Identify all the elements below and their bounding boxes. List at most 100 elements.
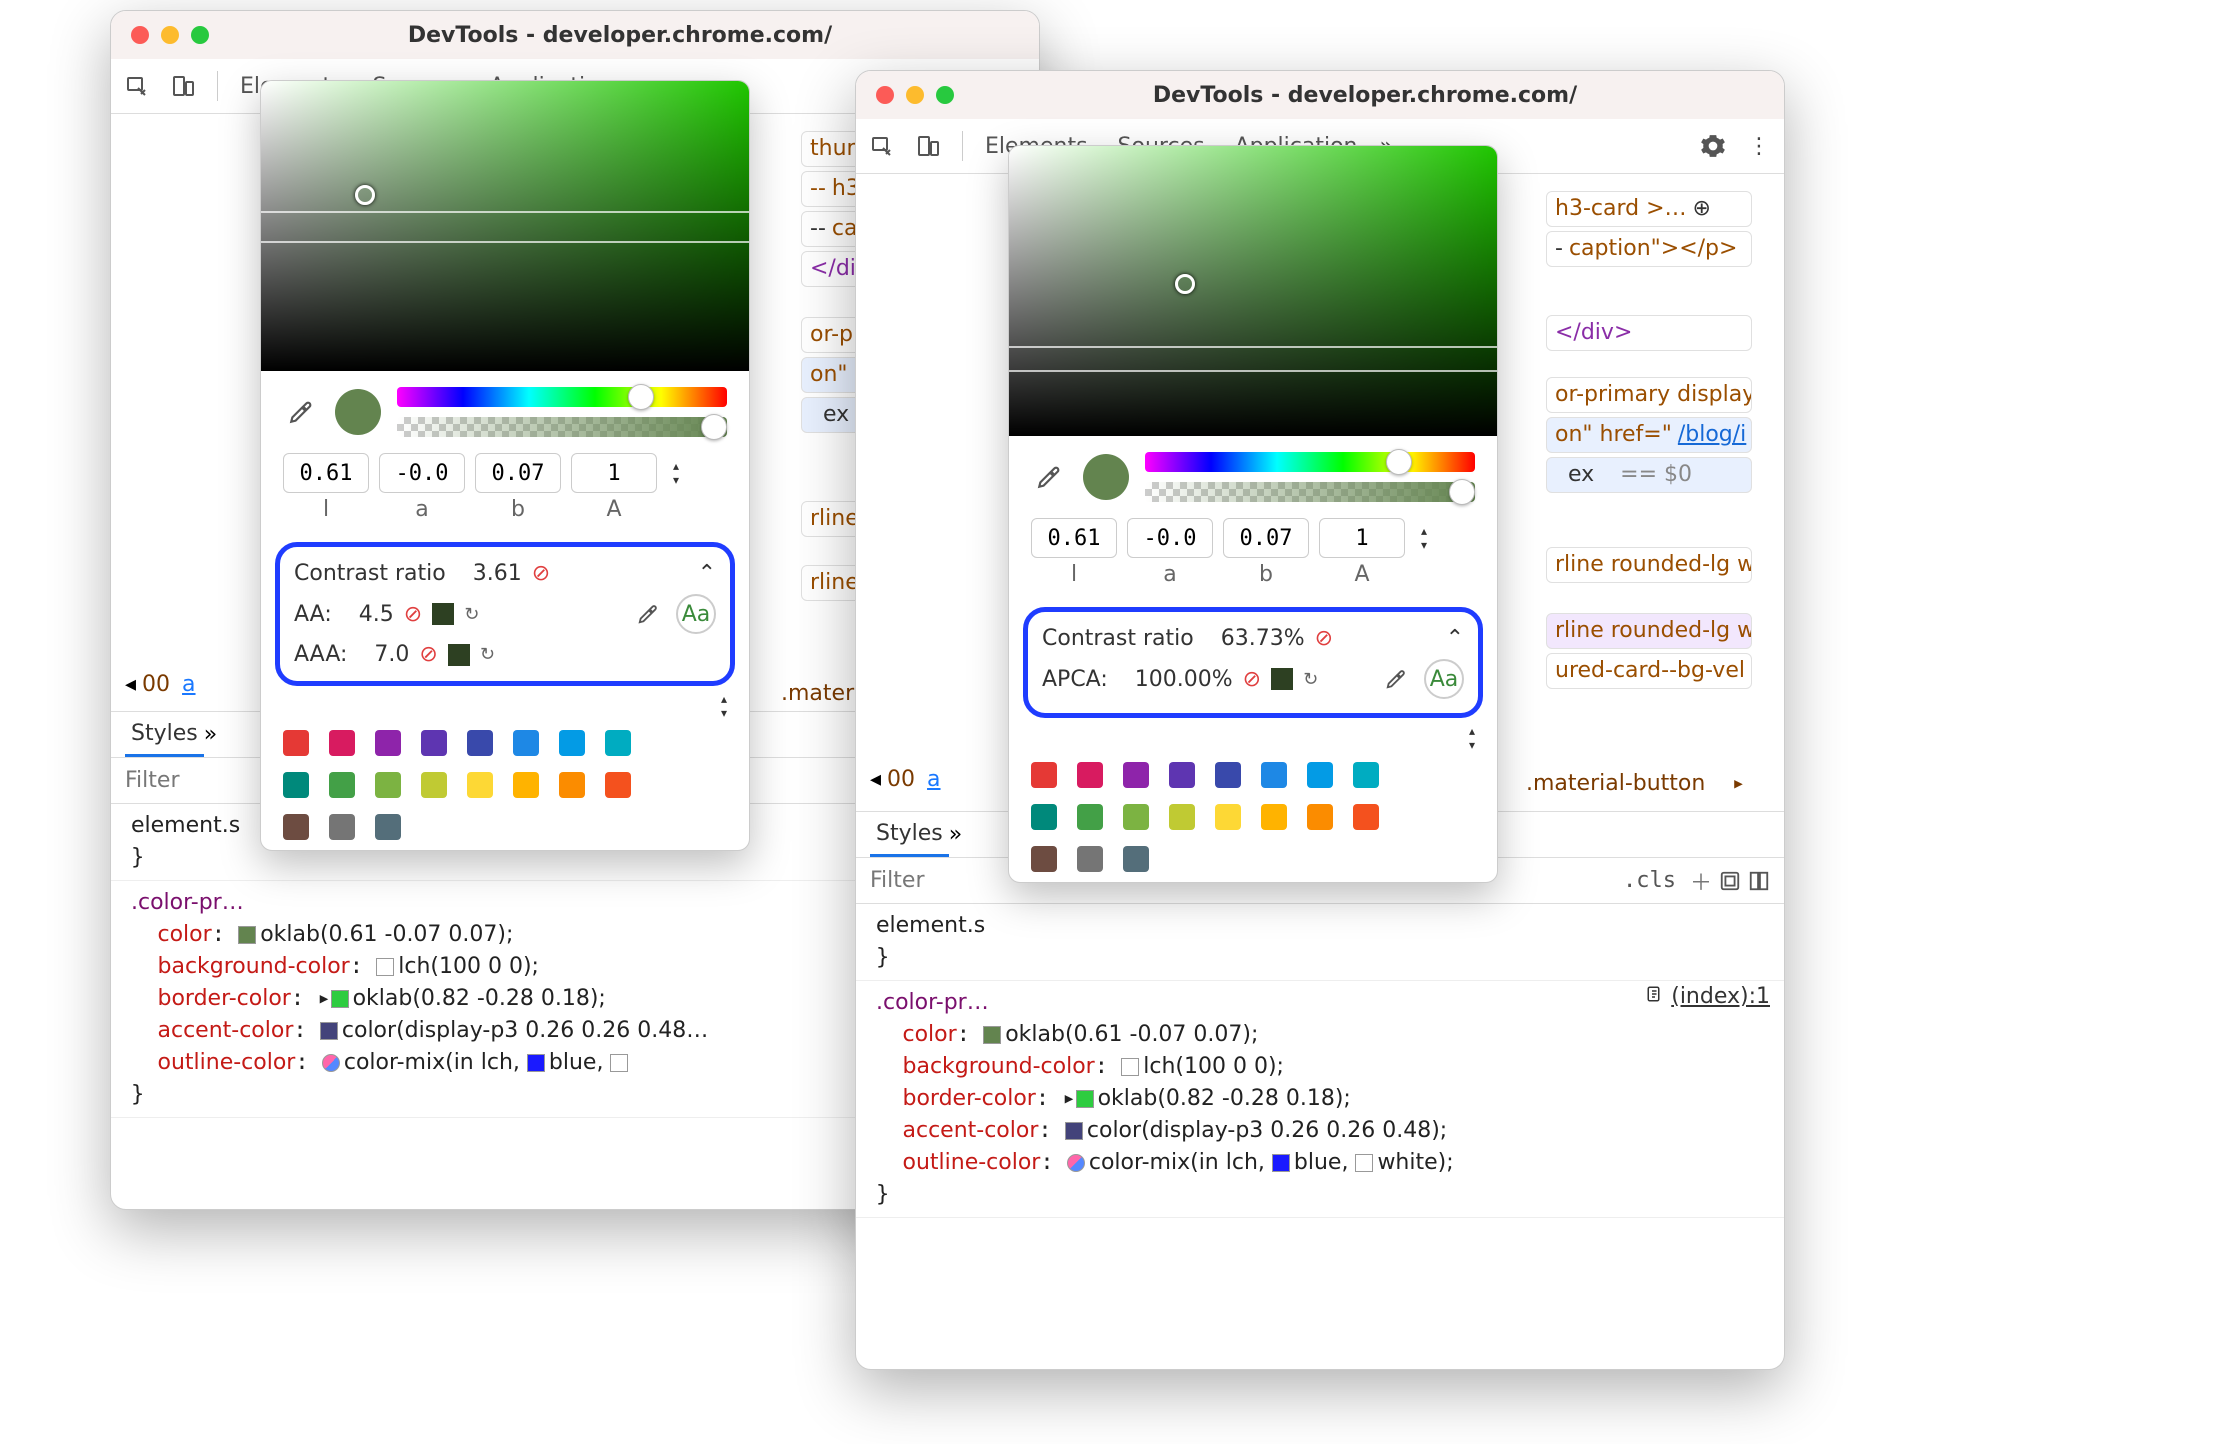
ellipsis-icon[interactable]: ⊕: [1693, 194, 1711, 224]
palette-swatch[interactable]: [283, 772, 309, 798]
css-rule[interactable]: element.s}: [856, 904, 1784, 981]
bg-eyedropper-icon[interactable]: [630, 596, 666, 632]
palette-swatch[interactable]: [1307, 762, 1333, 788]
palette-swatch[interactable]: [513, 730, 539, 756]
sample-text-icon[interactable]: Aa: [676, 594, 716, 634]
palette-swatch[interactable]: [1169, 804, 1195, 830]
sv-cursor[interactable]: [355, 185, 375, 205]
palette-swatch[interactable]: [1169, 762, 1195, 788]
palette-swatch[interactable]: [329, 772, 355, 798]
collapse-icon[interactable]: ⌃: [1446, 626, 1464, 651]
device-icon[interactable]: [916, 134, 940, 158]
hue-slider[interactable]: [1145, 452, 1475, 472]
palette-swatch[interactable]: [1353, 762, 1379, 788]
palette-swatch[interactable]: [283, 814, 309, 840]
inspect-icon[interactable]: [870, 134, 894, 158]
cls-toggle[interactable]: .cls: [1623, 868, 1676, 893]
palette-swatch[interactable]: [1031, 846, 1057, 872]
replace-icon[interactable]: ↻: [464, 604, 479, 625]
b-input[interactable]: [475, 453, 561, 493]
palette-swatch[interactable]: [1031, 762, 1057, 788]
more-tabs-icon[interactable]: »: [204, 722, 217, 747]
close-traffic-light[interactable]: [876, 86, 894, 104]
sample-text-icon[interactable]: Aa: [1424, 659, 1464, 699]
a-input[interactable]: [379, 453, 465, 493]
palette-swatch[interactable]: [1123, 804, 1149, 830]
alpha-slider[interactable]: [397, 417, 727, 437]
palette-swatch[interactable]: [1123, 762, 1149, 788]
sv-cursor[interactable]: [1175, 274, 1195, 294]
inspect-icon[interactable]: [125, 74, 149, 98]
device-icon[interactable]: [171, 74, 195, 98]
suggested-swatch[interactable]: [432, 603, 454, 625]
alpha-input[interactable]: [571, 453, 657, 493]
palette-swatch[interactable]: [1077, 762, 1103, 788]
palette-swatch[interactable]: [1215, 762, 1241, 788]
palette-swatch[interactable]: [421, 772, 447, 798]
format-stepper[interactable]: ▴▾: [673, 459, 679, 487]
a-input[interactable]: [1127, 518, 1213, 558]
palette-swatch[interactable]: [1031, 804, 1057, 830]
palette-swatch[interactable]: [375, 772, 401, 798]
bg-eyedropper-icon[interactable]: [1378, 661, 1414, 697]
palette-swatch[interactable]: [605, 772, 631, 798]
palette-swatch[interactable]: [1307, 804, 1333, 830]
palette-swatch[interactable]: [559, 772, 585, 798]
l-input[interactable]: [1031, 518, 1117, 558]
palette-swatch[interactable]: [375, 730, 401, 756]
l-input[interactable]: [283, 453, 369, 493]
saturation-value-area[interactable]: [1009, 146, 1497, 436]
filter-input[interactable]: Filter: [125, 768, 179, 793]
chevron-left-icon[interactable]: ◂: [125, 672, 136, 697]
tab-styles[interactable]: Styles: [125, 713, 204, 757]
settings-icon[interactable]: [1700, 133, 1726, 159]
palette-swatch[interactable]: [1123, 846, 1149, 872]
tab-styles[interactable]: Styles: [870, 813, 949, 857]
alpha-slider[interactable]: [1145, 482, 1475, 502]
breadcrumb-right[interactable]: .material-button ▸: [1526, 771, 1745, 796]
breadcrumb[interactable]: ◂ 00 a: [111, 666, 271, 703]
collapse-icon[interactable]: ⌃: [698, 561, 716, 586]
saturation-value-area[interactable]: [261, 81, 749, 371]
close-traffic-light[interactable]: [131, 26, 149, 44]
hue-slider[interactable]: [397, 387, 727, 407]
zoom-traffic-light[interactable]: [936, 86, 954, 104]
minimize-traffic-light[interactable]: [161, 26, 179, 44]
new-rule-icon[interactable]: ＋: [1690, 865, 1712, 897]
palette-swatch[interactable]: [421, 730, 447, 756]
palette-stepper[interactable]: ▴▾: [1469, 724, 1475, 752]
palette-swatch[interactable]: [1077, 846, 1103, 872]
palette-swatch[interactable]: [559, 730, 585, 756]
palette-swatch[interactable]: [513, 772, 539, 798]
css-rule[interactable]: (index):1 .color-pr… color: oklab(0.61 -…: [856, 981, 1784, 1218]
palette-swatch[interactable]: [467, 772, 493, 798]
palette-swatch[interactable]: [375, 814, 401, 840]
palette-swatch[interactable]: [467, 730, 493, 756]
eyedropper-icon[interactable]: [1031, 459, 1067, 495]
palette-swatch[interactable]: [1215, 804, 1241, 830]
more-tabs-icon[interactable]: »: [949, 822, 962, 847]
b-input[interactable]: [1223, 518, 1309, 558]
minimize-traffic-light[interactable]: [906, 86, 924, 104]
chevron-left-icon[interactable]: ◂: [870, 767, 881, 792]
palette-swatch[interactable]: [1261, 762, 1287, 788]
computed-icon[interactable]: [1719, 870, 1741, 892]
palette-swatch[interactable]: [329, 814, 355, 840]
alpha-input[interactable]: [1319, 518, 1405, 558]
filter-input[interactable]: Filter: [870, 868, 924, 893]
format-stepper[interactable]: ▴▾: [1421, 524, 1427, 552]
palette-stepper[interactable]: ▴▾: [721, 692, 727, 720]
palette-swatch[interactable]: [605, 730, 631, 756]
suggested-swatch[interactable]: [448, 644, 470, 666]
palette-swatch[interactable]: [1353, 804, 1379, 830]
kebab-icon[interactable]: ⋮: [1748, 134, 1770, 159]
layout-icon[interactable]: [1748, 870, 1770, 892]
palette-swatch[interactable]: [1077, 804, 1103, 830]
palette-swatch[interactable]: [283, 730, 309, 756]
source-link[interactable]: (index):1: [1646, 981, 1770, 1013]
suggested-swatch[interactable]: [1271, 668, 1293, 690]
eyedropper-icon[interactable]: [283, 394, 319, 430]
replace-icon[interactable]: ↻: [1303, 669, 1318, 690]
replace-icon[interactable]: ↻: [480, 644, 495, 665]
palette-swatch[interactable]: [1261, 804, 1287, 830]
